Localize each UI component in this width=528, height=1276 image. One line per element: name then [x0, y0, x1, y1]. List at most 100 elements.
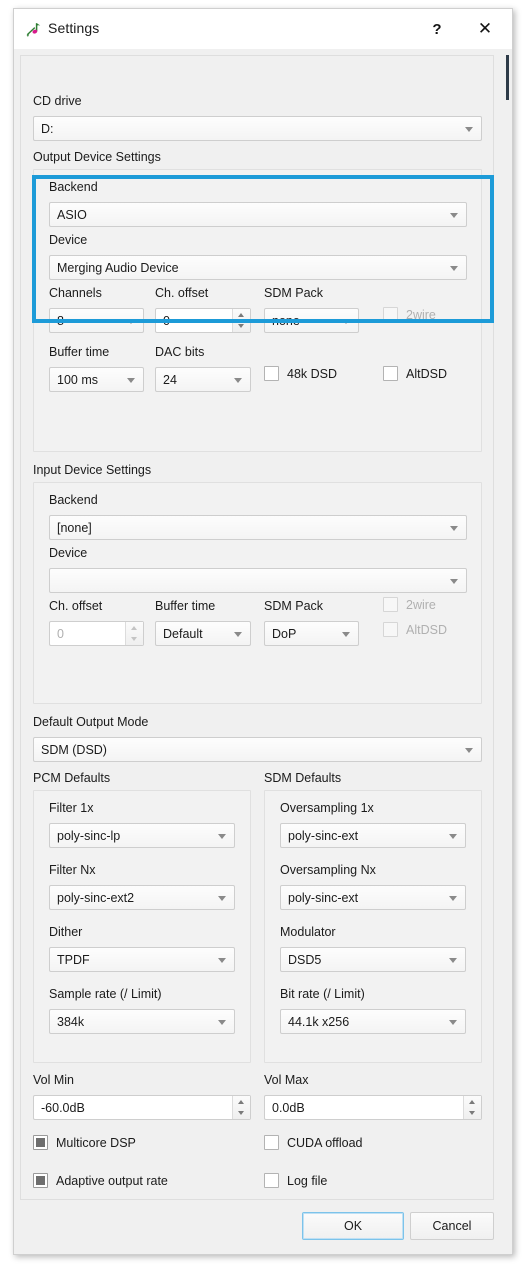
input-sdm-pack-combo[interactable]: DoP — [264, 621, 359, 646]
chevron-down-icon — [465, 747, 473, 753]
output-48k-dsd-label: 48k DSD — [287, 366, 338, 381]
output-altdsd-checkbox[interactable]: AltDSD — [383, 366, 447, 381]
log-file-checkbox[interactable]: Log file — [264, 1173, 327, 1188]
cancel-button[interactable]: Cancel — [410, 1212, 494, 1240]
spinner-up-icon[interactable] — [126, 622, 143, 634]
chevron-down-icon — [449, 833, 457, 839]
screenshot-root: Settings ? ✕ CD drive D: Output Device S… — [0, 0, 528, 1276]
output-backend-combo[interactable]: ASIO — [49, 202, 467, 227]
log-file-label: Log file — [287, 1173, 328, 1188]
adaptive-output-rate-checkbox[interactable]: Adaptive output rate — [33, 1173, 168, 1188]
spinner-down-icon[interactable] — [233, 1108, 250, 1120]
output-device-combo[interactable]: Merging Audio Device — [49, 255, 467, 280]
output-device-settings-label: Output Device Settings — [33, 150, 161, 164]
output-ch-offset-value: 0 — [163, 313, 170, 328]
vol-max-label: Vol Max — [264, 1073, 309, 1087]
pcm-defaults-label: PCM Defaults — [33, 771, 111, 785]
default-output-mode-label: Default Output Mode — [33, 715, 149, 729]
sdm-defaults-label: SDM Defaults — [264, 771, 342, 785]
chevron-down-icon — [449, 957, 457, 963]
input-2wire-checkbox[interactable]: 2wire — [383, 597, 436, 612]
dialog-body: CD drive D: Output Device Settings Backe… — [14, 49, 512, 1254]
spinner-up-icon[interactable] — [233, 1096, 250, 1108]
output-sdm-pack-value: none — [272, 313, 300, 328]
sdm-oversampling1x-value: poly-sinc-ext — [288, 828, 359, 843]
input-backend-label: Backend — [49, 493, 98, 507]
sdm-modulator-value: DSD5 — [288, 952, 322, 967]
pcm-filternx-label: Filter Nx — [49, 863, 96, 877]
output-2wire-checkbox[interactable]: 2wire — [383, 307, 436, 322]
output-dac-bits-value: 24 — [163, 372, 177, 387]
vol-min-spinner[interactable]: -60.0dB — [33, 1095, 251, 1120]
output-buffer-time-label: Buffer time — [49, 345, 110, 359]
input-device-settings-label: Input Device Settings — [33, 463, 152, 477]
chevron-down-icon — [342, 318, 350, 324]
output-channels-label: Channels — [49, 286, 102, 300]
spinner-down-icon[interactable] — [126, 634, 143, 646]
pcm-dither-combo[interactable]: TPDF — [49, 947, 235, 972]
pcm-filter1x-combo[interactable]: poly-sinc-lp — [49, 823, 235, 848]
spinner-buttons[interactable] — [232, 1096, 250, 1119]
sdm-oversamplingnx-combo[interactable]: poly-sinc-ext — [280, 885, 466, 910]
chevron-down-icon — [218, 957, 226, 963]
spinner-down-icon[interactable] — [464, 1108, 481, 1120]
input-buffer-time-combo[interactable]: Default — [155, 621, 251, 646]
cuda-offload-label: CUDA offload — [287, 1135, 363, 1150]
chevron-down-icon — [127, 377, 135, 383]
checkbox-box — [264, 1135, 279, 1150]
spinner-buttons[interactable] — [125, 622, 143, 645]
music-note-icon — [24, 21, 42, 39]
cuda-offload-checkbox[interactable]: CUDA offload — [264, 1135, 363, 1150]
close-icon[interactable]: ✕ — [462, 9, 508, 49]
pcm-sample-rate-value: 384k — [57, 1014, 85, 1029]
output-sdm-pack-combo[interactable]: none — [264, 308, 359, 333]
cd-drive-combo[interactable]: D: — [33, 116, 482, 141]
checkbox-box — [33, 1135, 48, 1150]
multicore-dsp-checkbox[interactable]: Multicore DSP — [33, 1135, 136, 1150]
output-buffer-time-combo[interactable]: 100 ms — [49, 367, 144, 392]
chevron-down-icon — [127, 318, 135, 324]
chevron-down-icon — [450, 578, 458, 584]
sdm-bit-rate-label: Bit rate (/ Limit) — [280, 987, 365, 1001]
output-sdm-pack-label: SDM Pack — [264, 286, 324, 300]
output-ch-offset-label: Ch. offset — [155, 286, 209, 300]
cd-drive-label: CD drive — [33, 94, 82, 108]
vol-max-spinner[interactable]: 0.0dB — [264, 1095, 482, 1120]
input-backend-combo[interactable]: [none] — [49, 515, 467, 540]
output-buffer-time-value: 100 ms — [57, 372, 98, 387]
default-output-mode-combo[interactable]: SDM (DSD) — [33, 737, 482, 762]
spinner-buttons[interactable] — [232, 309, 250, 332]
sdm-oversampling1x-combo[interactable]: poly-sinc-ext — [280, 823, 466, 848]
adaptive-output-rate-label: Adaptive output rate — [56, 1173, 168, 1188]
output-backend-value: ASIO — [57, 207, 87, 222]
input-ch-offset-label: Ch. offset — [49, 599, 103, 613]
spinner-up-icon[interactable] — [233, 309, 250, 321]
output-dac-bits-combo[interactable]: 24 — [155, 367, 251, 392]
chevron-down-icon — [218, 833, 226, 839]
sdm-modulator-combo[interactable]: DSD5 — [280, 947, 466, 972]
checkbox-box — [264, 366, 279, 381]
spinner-up-icon[interactable] — [464, 1096, 481, 1108]
help-button[interactable]: ? — [414, 9, 460, 49]
spinner-down-icon[interactable] — [233, 321, 250, 333]
output-48k-dsd-checkbox[interactable]: 48k DSD — [264, 366, 337, 381]
vertical-scrollbar[interactable] — [499, 55, 509, 1200]
ok-button[interactable]: OK — [302, 1212, 404, 1240]
vol-max-value: 0.0dB — [272, 1100, 305, 1115]
output-altdsd-label: AltDSD — [406, 366, 447, 381]
output-device-label: Device — [49, 233, 88, 247]
input-sdm-pack-value: DoP — [272, 626, 297, 641]
pcm-sample-rate-combo[interactable]: 384k — [49, 1009, 235, 1034]
scrollbar-thumb[interactable] — [506, 55, 509, 100]
chevron-down-icon — [450, 265, 458, 271]
pcm-filter1x-value: poly-sinc-lp — [57, 828, 121, 843]
pcm-filternx-combo[interactable]: poly-sinc-ext2 — [49, 885, 235, 910]
output-channels-combo[interactable]: 8 — [49, 308, 144, 333]
spinner-buttons[interactable] — [463, 1096, 481, 1119]
input-ch-offset-spinner[interactable]: 0 — [49, 621, 144, 646]
checkbox-box — [264, 1173, 279, 1188]
input-device-combo[interactable] — [49, 568, 467, 593]
input-altdsd-checkbox[interactable]: AltDSD — [383, 622, 447, 637]
output-ch-offset-spinner[interactable]: 0 — [155, 308, 251, 333]
sdm-bit-rate-combo[interactable]: 44.1k x256 — [280, 1009, 466, 1034]
